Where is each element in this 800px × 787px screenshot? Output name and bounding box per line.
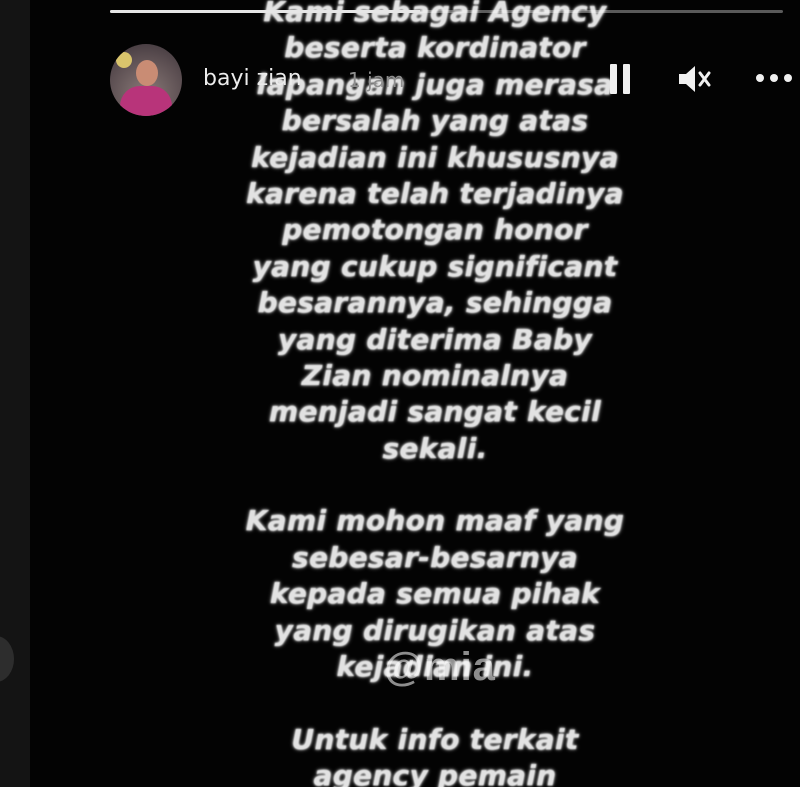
story-progress-fill (110, 10, 420, 13)
story-text-line: karena telah terjadinya (246, 176, 624, 210)
more-horizontal-icon[interactable] (754, 68, 794, 88)
pause-icon[interactable] (607, 64, 633, 94)
story-text-line: pemotongan honor (282, 213, 588, 247)
story-text-line: besarannya, sehingga (257, 286, 613, 320)
avatar[interactable] (110, 44, 182, 116)
story-text-line: kepada semua pihak (269, 577, 601, 611)
avatar-shirt (120, 86, 172, 116)
watermark: @mia (384, 645, 496, 689)
story-progress-bar (110, 10, 783, 13)
previous-story-strip (0, 0, 30, 787)
story-text-line: Untuk info terkait (291, 722, 579, 756)
story-text-line (185, 467, 685, 503)
previous-story-button[interactable] (0, 636, 14, 682)
story-text-line: yang dirugikan atas (274, 613, 596, 647)
story-header: bayi zian 1 jam (110, 40, 800, 116)
avatar-background-light (116, 52, 132, 68)
story-text-line (185, 685, 685, 721)
story-text-line: sekali. (382, 431, 488, 465)
time-ago: 1 jam (348, 68, 405, 92)
speaker-muted-icon[interactable] (676, 62, 712, 96)
story-text-line: sebesar-besarnya (292, 540, 578, 574)
story-text-line: kejadian ini khususnya (251, 140, 619, 174)
story-viewer: Kami sebagai Agency beserta kordinator lap… (0, 0, 800, 787)
story-text-line: yang diterima Baby (277, 322, 593, 356)
avatar-face (136, 60, 158, 86)
story-text-line: menjadi sangat kecil (269, 395, 601, 429)
story-text-line: Kami mohon maaf yang (245, 504, 625, 538)
user-name[interactable]: bayi zian (203, 66, 302, 92)
story-text-line: agency pemain (313, 759, 557, 787)
story-panel[interactable]: Kami sebagai Agency beserta kordinator lap… (30, 0, 800, 787)
story-text-line: Kami sebagai Agency (263, 0, 607, 28)
story-text-line: Zian nominalnya (301, 358, 569, 392)
story-text-line: yang cukup significant (252, 249, 618, 283)
